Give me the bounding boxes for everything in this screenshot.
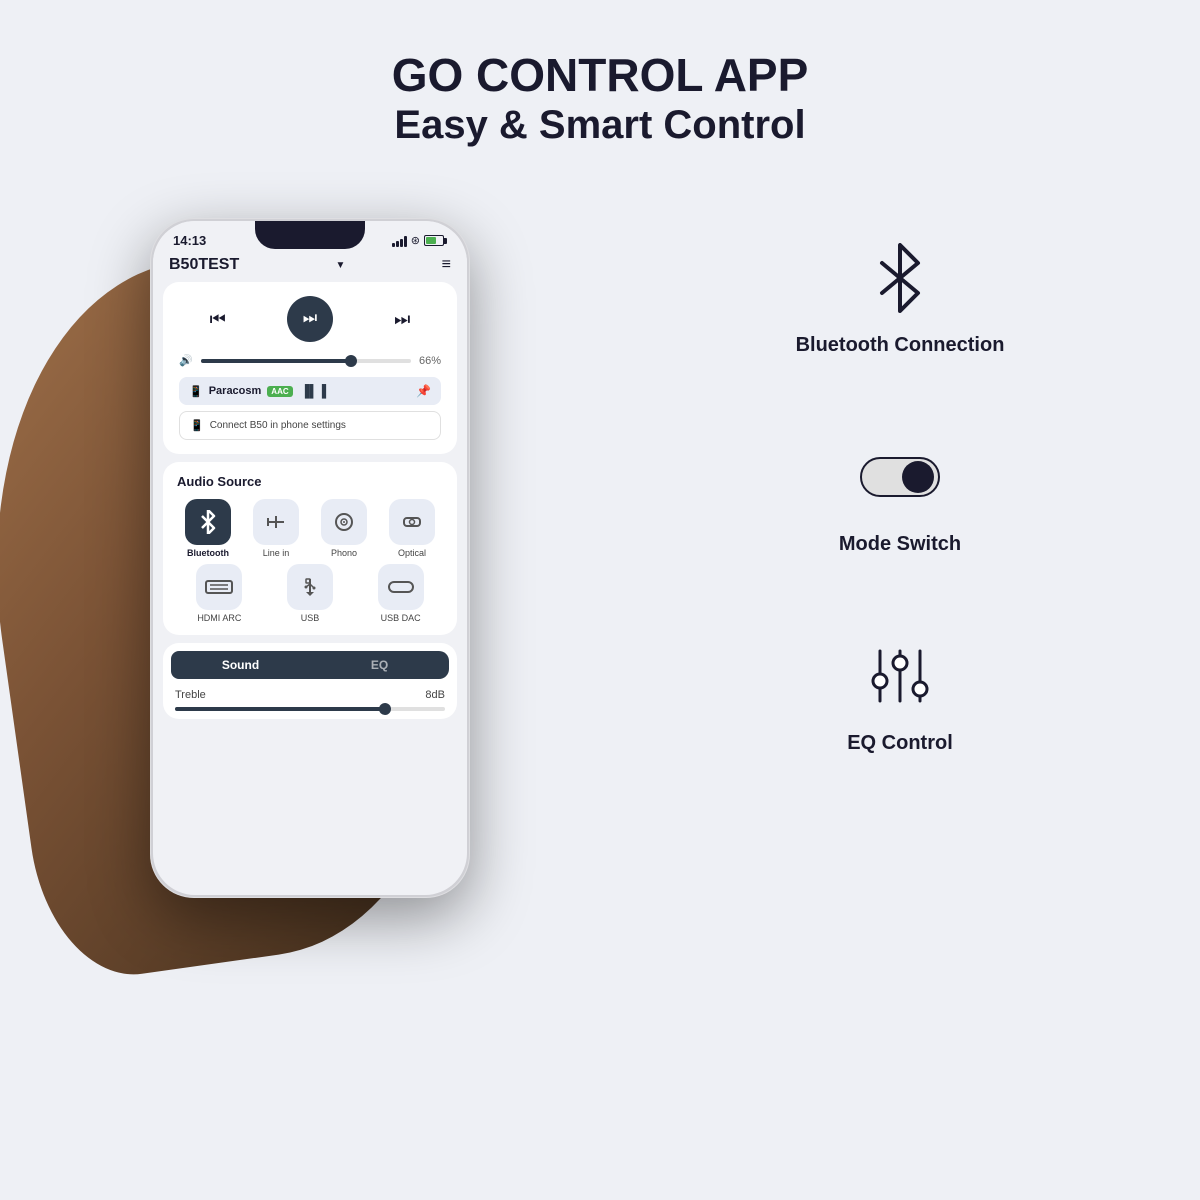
mode-switch-label: Mode Switch: [839, 533, 961, 556]
optical-label: Optical: [398, 548, 426, 558]
source-line-in[interactable]: Line in: [245, 499, 307, 558]
feature-bluetooth: Bluetooth Connection: [660, 238, 1140, 357]
bluetooth-label: Bluetooth: [187, 548, 229, 558]
phono-icon: [321, 499, 367, 545]
fast-forward-button[interactable]: ⏭: [394, 309, 410, 330]
aac-badge: AAC: [267, 386, 292, 397]
connect-text: Connect B50 in phone settings: [210, 420, 346, 431]
battery-icon: [424, 235, 447, 246]
line-in-label: Line in: [263, 548, 290, 558]
eq-control-label: EQ Control: [847, 732, 953, 755]
phone-area: 14:13 ⊛: [60, 218, 600, 898]
treble-fill: [175, 707, 386, 711]
eq-feature-icon: [860, 636, 940, 716]
dropdown-arrow: ▼: [336, 260, 346, 271]
volume-percent: 66%: [419, 355, 441, 367]
status-time: 14:13: [173, 233, 206, 248]
player-card: ⏮ ⏭ ⏭ 🔊 66%: [163, 282, 457, 454]
treble-row: Treble 8dB: [163, 679, 457, 719]
source-phono[interactable]: Phono: [313, 499, 375, 558]
player-controls: ⏮ ⏭ ⏭: [179, 296, 441, 342]
features-panel: Bluetooth Connection Mode Switch: [600, 188, 1140, 755]
sound-card: Sound EQ Treble 8dB: [163, 643, 457, 719]
feature-mode-switch: Mode Switch: [660, 437, 1140, 556]
hdmi-icon: [196, 564, 242, 610]
source-hdmi[interactable]: HDMI ARC: [177, 564, 262, 623]
volume-slider[interactable]: [201, 359, 411, 363]
source-grid-row1: Bluetooth: [177, 499, 443, 558]
play-pause-button[interactable]: ⏭: [287, 296, 333, 342]
hamburger-menu[interactable]: ≡: [442, 256, 451, 274]
play-icon: ⏭: [303, 310, 317, 328]
usb-dac-icon: [378, 564, 424, 610]
audio-source-title: Audio Source: [177, 474, 443, 489]
sound-tabs: Sound EQ: [171, 651, 449, 679]
treble-label: Treble: [175, 689, 206, 701]
source-usb-dac[interactable]: USB DAC: [358, 564, 443, 623]
source-grid-row2: HDMI ARC: [177, 564, 443, 623]
line-in-icon: [253, 499, 299, 545]
source-bluetooth[interactable]: Bluetooth: [177, 499, 239, 558]
volume-icon: 🔊: [179, 354, 193, 367]
audio-source-card: Audio Source Bluetooth: [163, 462, 457, 635]
app-header: B50TEST ▼ ≡: [153, 252, 467, 282]
main-content: 14:13 ⊛: [0, 168, 1200, 898]
treble-slider[interactable]: [175, 707, 445, 711]
sound-tab[interactable]: Sound: [171, 651, 310, 679]
source-optical[interactable]: Optical: [381, 499, 443, 558]
usb-dac-label: USB DAC: [381, 613, 421, 623]
rewind-button[interactable]: ⏮: [210, 309, 226, 330]
usb-icon: [287, 564, 333, 610]
phone-frame: 14:13 ⊛: [150, 218, 470, 898]
phone-screen: 14:13 ⊛: [153, 221, 467, 895]
page-header: GO CONTROL APP Easy & Smart Control: [0, 0, 1200, 168]
device-name: Paracosm: [209, 385, 262, 397]
phone-notch: [255, 221, 365, 249]
status-icons: ⊛: [392, 234, 447, 247]
page-title-line2: Easy & Smart Control: [0, 103, 1200, 148]
bluetooth-feature-label: Bluetooth Connection: [796, 334, 1005, 357]
device-row[interactable]: 📱 Paracosm AAC ▐▌▐ 📌: [179, 377, 441, 405]
connect-phone-icon: 📱: [190, 419, 204, 432]
phono-label: Phono: [331, 548, 357, 558]
feature-eq: EQ Control: [660, 636, 1140, 755]
toggle-feature-icon: [860, 437, 940, 517]
app-title: B50TEST: [169, 256, 239, 274]
volume-row: 🔊 66%: [179, 354, 441, 367]
eq-tab[interactable]: EQ: [310, 651, 449, 679]
app-content: ⏮ ⏭ ⏭ 🔊 66%: [153, 282, 467, 719]
pin-icon: 📌: [416, 384, 431, 398]
hdmi-label: HDMI ARC: [197, 613, 241, 623]
volume-fill: [201, 359, 352, 363]
signal-icon: [392, 235, 407, 247]
page-title-line1: GO CONTROL APP: [0, 48, 1200, 103]
usb-label: USB: [301, 613, 320, 623]
source-usb[interactable]: USB: [268, 564, 353, 623]
bluetooth-feature-icon: [860, 238, 940, 318]
device-phone-icon: 📱: [189, 385, 203, 398]
treble-header: Treble 8dB: [175, 689, 445, 701]
bluetooth-source-icon: [185, 499, 231, 545]
eq-bars-icon: ▐▌▐: [301, 384, 327, 398]
treble-value: 8dB: [425, 689, 445, 701]
toggle-switch[interactable]: [860, 457, 940, 497]
optical-icon: [389, 499, 435, 545]
wifi-icon: ⊛: [411, 234, 420, 247]
connect-row[interactable]: 📱 Connect B50 in phone settings: [179, 411, 441, 440]
toggle-knob: [902, 461, 934, 493]
